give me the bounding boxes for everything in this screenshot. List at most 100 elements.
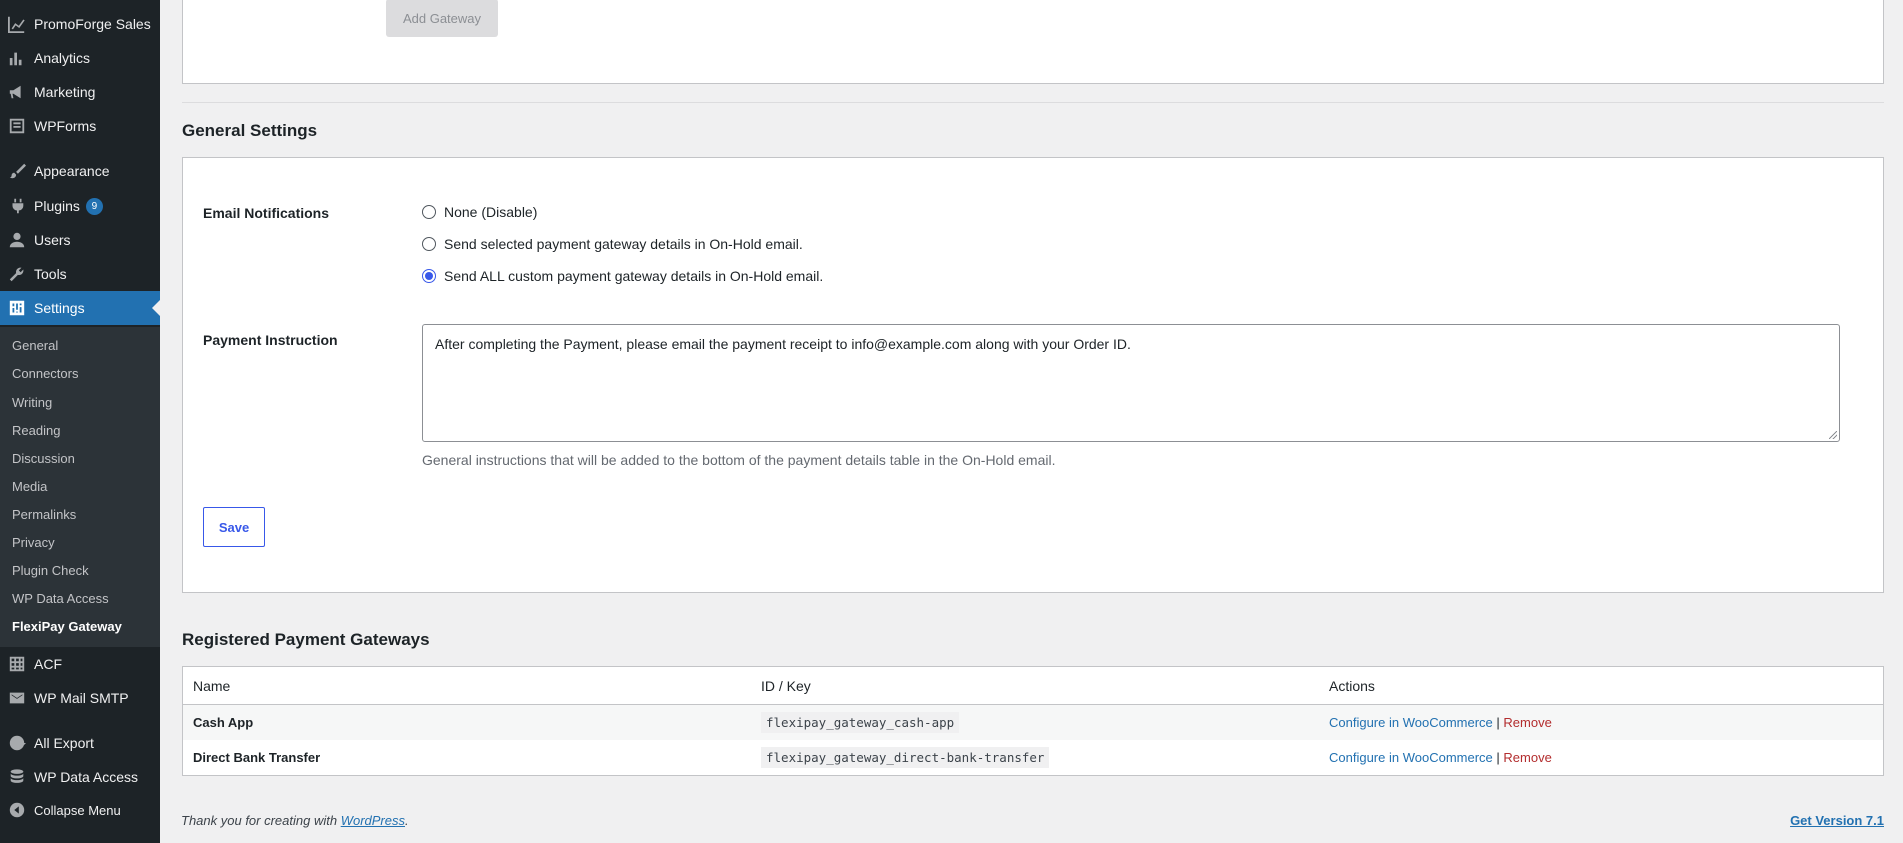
submenu-wp-data-access[interactable]: WP Data Access	[12, 591, 109, 606]
configure-woocommerce-link[interactable]: Configure in WooCommerce	[1329, 715, 1493, 730]
collapse-menu-button[interactable]: Collapse Menu	[0, 793, 160, 827]
add-gateway-panel: Add Gateway	[182, 0, 1884, 84]
menu-marketing[interactable]: Marketing	[0, 75, 160, 109]
submenu-discussion[interactable]: Discussion	[12, 451, 75, 466]
menu-label: Marketing	[34, 84, 96, 100]
settings-icon	[0, 299, 34, 317]
user-icon	[0, 231, 34, 249]
footer-thanks-prefix: Thank you for creating with	[181, 813, 341, 828]
export-icon	[0, 734, 34, 752]
submenu-flexipay-gateway[interactable]: FlexiPay Gateway	[12, 619, 122, 634]
settings-submenu: General Connectors Writing Reading Discu…	[0, 327, 160, 647]
radio-button-checked[interactable]	[422, 269, 436, 283]
grid-icon	[0, 655, 34, 673]
textarea-value: After completing the Payment, please ema…	[435, 336, 1131, 352]
submenu-permalinks[interactable]: Permalinks	[12, 507, 76, 522]
registered-gateways-table: Name ID / Key Actions Cash App flexipay_…	[182, 666, 1884, 776]
footer-version: Get Version 7.1	[1790, 813, 1884, 828]
email-notifications-label: Email Notifications	[203, 205, 330, 221]
payment-instruction-description: General instructions that will be added …	[422, 452, 1056, 468]
wrench-icon	[0, 265, 34, 283]
menu-plugins[interactable]: Plugins 9	[0, 189, 160, 223]
collapse-icon	[0, 801, 34, 819]
submenu-reading[interactable]: Reading	[12, 423, 60, 438]
menu-promoforge-sales[interactable]: PromoForge Sales	[0, 7, 160, 41]
submenu-privacy[interactable]: Privacy	[12, 535, 55, 550]
gateway-key-cell: flexipay_gateway_cash-app	[751, 704, 1319, 740]
menu-label: PromoForge Sales	[34, 16, 151, 32]
table-row: Direct Bank Transfer flexipay_gateway_di…	[183, 740, 1884, 776]
radio-label: None (Disable)	[444, 204, 538, 220]
footer-thanks: Thank you for creating with WordPress.	[181, 813, 409, 828]
submenu-connectors[interactable]: Connectors	[12, 366, 78, 381]
radio-send-all[interactable]: Send ALL custom payment gateway details …	[422, 268, 823, 284]
menu-wp-mail-smtp[interactable]: WP Mail SMTP	[0, 681, 160, 715]
gateway-key-cell: flexipay_gateway_direct-bank-transfer	[751, 740, 1319, 776]
menu-wpforms[interactable]: WPForms	[0, 109, 160, 143]
menu-label: Appearance	[34, 163, 110, 179]
menu-users[interactable]: Users	[0, 223, 160, 257]
general-settings-heading: General Settings	[182, 121, 318, 140]
submenu-plugin-check[interactable]: Plugin Check	[12, 563, 89, 578]
submenu-writing[interactable]: Writing	[12, 395, 52, 410]
form-icon	[0, 117, 34, 135]
megaphone-icon	[0, 83, 34, 101]
radio-button[interactable]	[422, 205, 436, 219]
menu-appearance[interactable]: Appearance	[0, 154, 160, 188]
resize-handle-icon[interactable]	[1829, 431, 1837, 439]
radio-button[interactable]	[422, 237, 436, 251]
menu-label: ACF	[34, 656, 62, 672]
menu-label: All Export	[34, 735, 94, 751]
registered-gateways-heading: Registered Payment Gateways	[182, 630, 430, 649]
admin-sidebar: PromoForge Sales Analytics Marketing WPF…	[0, 0, 160, 843]
payment-instruction-label: Payment Instruction	[203, 332, 338, 348]
submenu-media[interactable]: Media	[12, 479, 47, 494]
column-header-actions: Actions	[1319, 666, 1884, 705]
column-header-id-key: ID / Key	[751, 666, 1319, 705]
bar-chart-icon	[0, 49, 34, 67]
payment-instruction-textarea[interactable]: After completing the Payment, please ema…	[422, 324, 1840, 442]
gateway-actions: Configure in WooCommerce | Remove	[1319, 740, 1884, 776]
footer-thanks-suffix: .	[405, 813, 409, 828]
get-version-link[interactable]: Get Version 7.1	[1790, 813, 1884, 828]
submenu-general[interactable]: General	[12, 338, 58, 353]
radio-label: Send ALL custom payment gateway details …	[444, 268, 824, 284]
menu-label: Plugins	[34, 198, 80, 214]
plug-icon	[0, 197, 34, 215]
menu-settings[interactable]: Settings	[0, 291, 160, 325]
menu-label: Analytics	[34, 50, 91, 66]
paintbrush-icon	[0, 162, 34, 180]
menu-all-export[interactable]: All Export	[0, 726, 160, 760]
chart-line-icon	[0, 15, 34, 33]
menu-wp-data-access[interactable]: WP Data Access	[0, 760, 160, 794]
menu-label: Settings	[34, 300, 85, 316]
menu-tools[interactable]: Tools	[0, 257, 160, 291]
gateway-name: Cash App	[182, 704, 751, 740]
save-button[interactable]: Save	[203, 507, 265, 547]
action-separator: |	[1496, 750, 1500, 765]
menu-acf[interactable]: ACF	[0, 647, 160, 681]
menu-label: Tools	[34, 266, 67, 282]
table-row: Cash App flexipay_gateway_cash-app Confi…	[182, 704, 1884, 740]
remove-gateway-link[interactable]: Remove	[1503, 750, 1551, 765]
gateway-key: flexipay_gateway_cash-app	[761, 712, 960, 733]
action-separator: |	[1496, 715, 1500, 730]
menu-analytics[interactable]: Analytics	[0, 41, 160, 75]
gateway-actions: Configure in WooCommerce | Remove	[1319, 704, 1884, 740]
gateway-name: Direct Bank Transfer	[193, 750, 321, 765]
menu-label: WP Mail SMTP	[34, 690, 129, 706]
remove-gateway-link[interactable]: Remove	[1503, 715, 1551, 730]
mail-icon	[0, 689, 34, 707]
add-gateway-button[interactable]: Add Gateway	[386, 0, 498, 37]
radio-send-selected[interactable]: Send selected payment gateway details in…	[422, 236, 803, 252]
column-header-name: Name	[182, 666, 751, 705]
gateway-key: flexipay_gateway_direct-bank-transfer	[761, 747, 1050, 768]
section-divider	[182, 102, 1884, 103]
radio-none-disable[interactable]: None (Disable)	[422, 204, 537, 220]
configure-woocommerce-link[interactable]: Configure in WooCommerce	[1329, 750, 1493, 765]
menu-label: Collapse Menu	[34, 802, 121, 818]
radio-label: Send selected payment gateway details in…	[444, 236, 803, 252]
menu-label: WPForms	[34, 118, 97, 134]
wordpress-link[interactable]: WordPress	[341, 813, 405, 828]
table-header-row: Name ID / Key Actions	[182, 666, 1884, 705]
